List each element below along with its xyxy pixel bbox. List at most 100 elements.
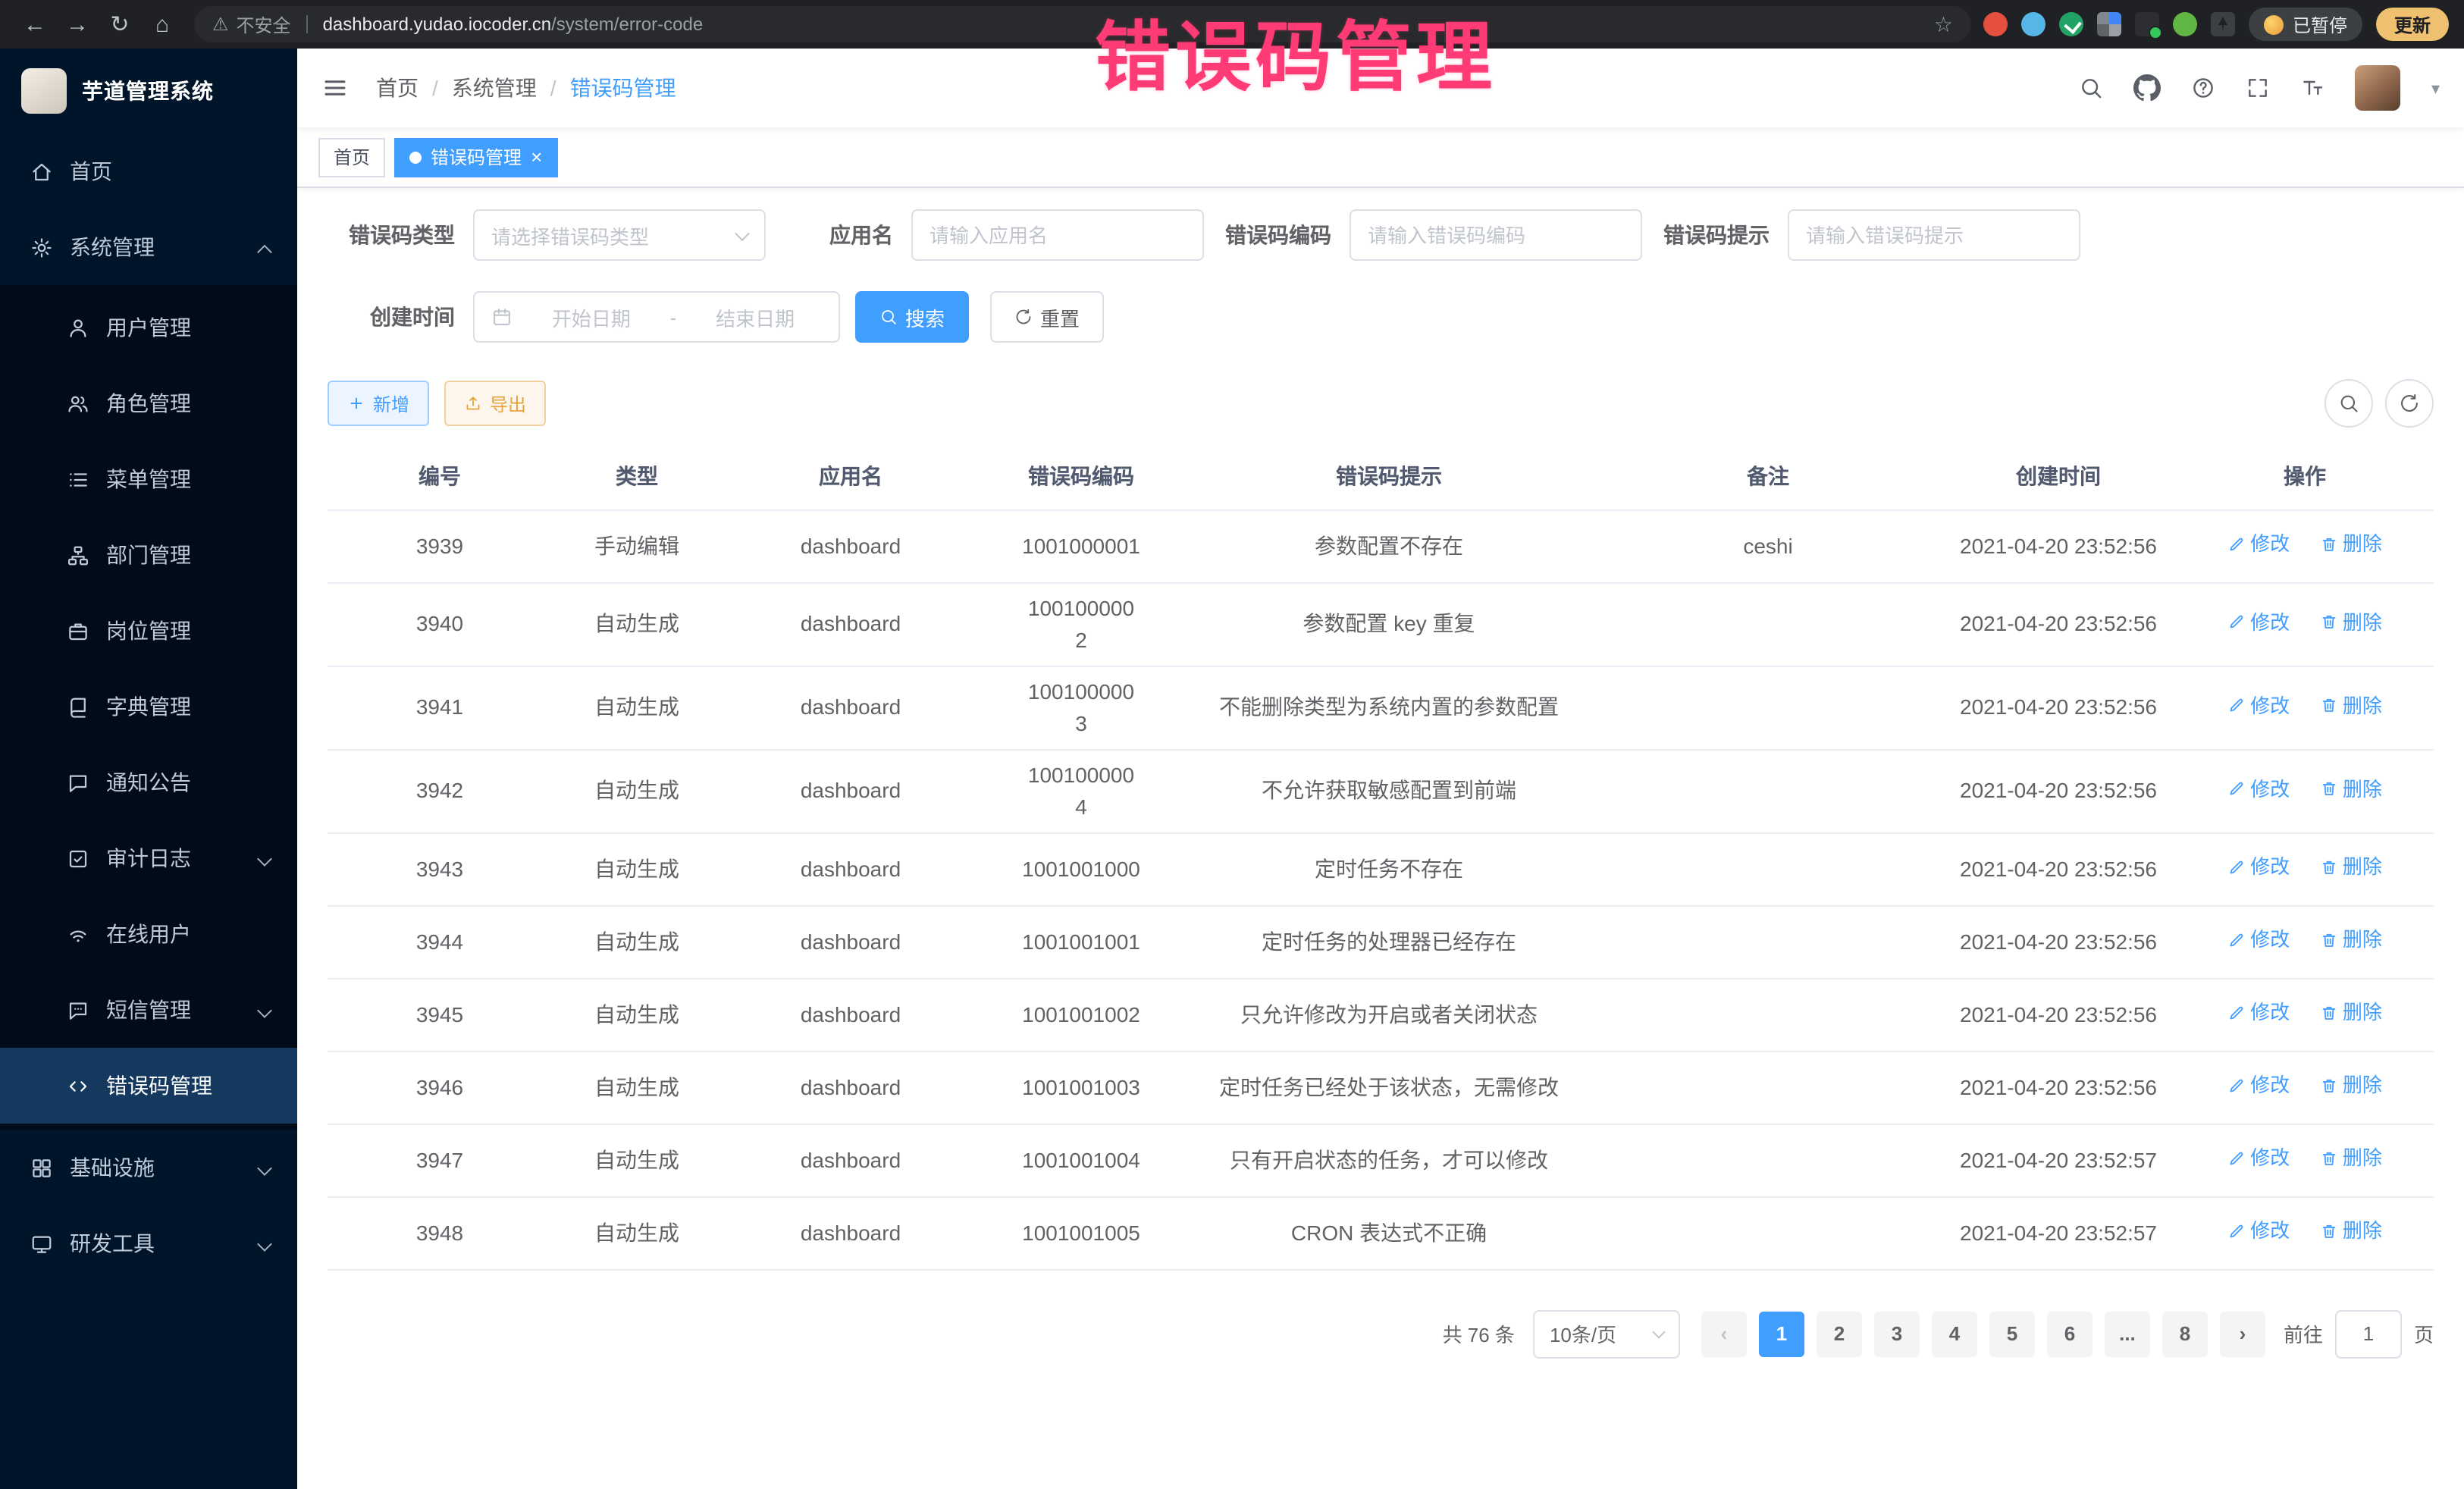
- breadcrumb-home[interactable]: 首页: [376, 73, 419, 103]
- goto-page-input[interactable]: [2335, 1309, 2402, 1358]
- github-button[interactable]: [2134, 74, 2161, 102]
- sidebar-item-system[interactable]: 系统管理: [0, 209, 297, 285]
- header-search-button[interactable]: [2080, 76, 2104, 100]
- address-bar[interactable]: ⚠ 不安全 dashboard.yudao.iocoder.cn/system/…: [194, 6, 1971, 42]
- bookmark-star-icon[interactable]: ☆: [1934, 11, 1953, 37]
- browser-forward-button[interactable]: →: [58, 5, 97, 44]
- toggle-search-button[interactable]: [2324, 379, 2373, 428]
- error-type-select[interactable]: 请选择错误码类型: [473, 209, 766, 261]
- sidebar-item-errorcode[interactable]: 错误码管理: [0, 1048, 297, 1124]
- sidebar-item-home[interactable]: 首页: [0, 133, 297, 209]
- app-name-input[interactable]: [911, 209, 1204, 261]
- edit-link[interactable]: 修改: [2227, 852, 2290, 882]
- tab-errorcode[interactable]: 错误码管理 ×: [394, 137, 557, 177]
- browser-home-button[interactable]: ⌂: [143, 5, 182, 44]
- page-button-5[interactable]: 5: [1989, 1311, 2035, 1356]
- extension-red-icon[interactable]: [1983, 12, 2008, 36]
- browser-reload-button[interactable]: ↻: [100, 5, 140, 44]
- more-pages-button[interactable]: ...: [2105, 1311, 2150, 1356]
- reset-button[interactable]: 重置: [990, 291, 1104, 343]
- sidebar-item-sms[interactable]: 短信管理: [0, 972, 297, 1048]
- sidebar-item-role[interactable]: 角色管理: [0, 365, 297, 441]
- search-button[interactable]: 搜索: [855, 291, 969, 343]
- tab-home[interactable]: 首页: [318, 137, 385, 177]
- sidebar-toggle-button[interactable]: [321, 74, 349, 102]
- delete-icon: [2320, 1077, 2338, 1095]
- close-icon[interactable]: ×: [531, 147, 542, 167]
- fullscreen-button[interactable]: [2246, 76, 2271, 100]
- next-page-button[interactable]: ›: [2220, 1311, 2265, 1356]
- delete-link[interactable]: 删除: [2320, 1071, 2382, 1100]
- edit-link[interactable]: 修改: [2227, 998, 2290, 1027]
- edit-link[interactable]: 修改: [2227, 1071, 2290, 1100]
- edit-link[interactable]: 修改: [2227, 925, 2290, 955]
- edit-link[interactable]: 修改: [2227, 529, 2290, 559]
- sidebar-item-online[interactable]: 在线用户: [0, 896, 297, 972]
- toolbar-right: [2324, 379, 2434, 428]
- page-button-8[interactable]: 8: [2162, 1311, 2208, 1356]
- page-button-3[interactable]: 3: [1874, 1311, 1920, 1356]
- delete-link[interactable]: 删除: [2320, 925, 2382, 955]
- browser-update-button[interactable]: 更新: [2376, 8, 2449, 41]
- extension-on-badge-icon[interactable]: [2135, 12, 2159, 36]
- sidebar-item-dict[interactable]: 字典管理: [0, 669, 297, 744]
- page-button-2[interactable]: 2: [1817, 1311, 1862, 1356]
- extension-leaf-icon[interactable]: [2173, 12, 2197, 36]
- delete-link[interactable]: 删除: [2320, 691, 2382, 720]
- edit-link[interactable]: 修改: [2227, 607, 2290, 637]
- page-button-4[interactable]: 4: [1932, 1311, 1977, 1356]
- delete-link[interactable]: 删除: [2320, 1216, 2382, 1246]
- page-size-select[interactable]: 10条/页: [1533, 1309, 1680, 1358]
- extension-grid-icon[interactable]: [2097, 12, 2121, 36]
- export-button[interactable]: 导出: [444, 381, 546, 426]
- app-logo[interactable]: 芋道管理系统: [0, 49, 297, 133]
- cell-type: 自动生成: [552, 1196, 722, 1269]
- edit-link[interactable]: 修改: [2227, 1216, 2290, 1246]
- add-button[interactable]: 新增: [328, 381, 429, 426]
- grid-icon: [30, 1156, 53, 1179]
- page-button-1[interactable]: 1: [1759, 1311, 1804, 1356]
- cell-app: dashboard: [722, 905, 980, 978]
- question-icon: [2192, 76, 2216, 100]
- date-range-separator: -: [670, 306, 677, 328]
- sidebar-item-dept[interactable]: 部门管理: [0, 517, 297, 593]
- prev-page-button[interactable]: ‹: [1701, 1311, 1747, 1356]
- date-range-picker[interactable]: 开始日期 - 结束日期: [473, 291, 840, 343]
- sidebar-item-menu[interactable]: 菜单管理: [0, 441, 297, 517]
- delete-link[interactable]: 删除: [2320, 852, 2382, 882]
- delete-link[interactable]: 删除: [2320, 998, 2382, 1027]
- export-icon: [464, 394, 482, 412]
- sidebar-item-post[interactable]: 岗位管理: [0, 593, 297, 669]
- extension-pin-icon[interactable]: [2211, 12, 2235, 36]
- browser-back-button[interactable]: ←: [15, 5, 55, 44]
- font-size-button[interactable]: [2301, 76, 2325, 100]
- cell-type: 手动编辑: [552, 509, 722, 582]
- delete-link[interactable]: 删除: [2320, 607, 2382, 637]
- error-code-input[interactable]: [1350, 209, 1642, 261]
- breadcrumb-system[interactable]: 系统管理: [452, 73, 537, 103]
- error-hint-input[interactable]: [1788, 209, 2080, 261]
- delete-link[interactable]: 删除: [2320, 529, 2382, 559]
- cell-remark: [1595, 832, 1941, 905]
- extension-blue-icon[interactable]: [2021, 12, 2045, 36]
- extension-paused-badge[interactable]: 已暂停: [2249, 8, 2362, 41]
- cell-remark: [1595, 1124, 1941, 1196]
- security-chip[interactable]: ⚠ 不安全: [212, 11, 291, 37]
- delete-link[interactable]: 删除: [2320, 1143, 2382, 1173]
- refresh-table-button[interactable]: [2385, 379, 2434, 428]
- user-avatar[interactable]: [2356, 65, 2401, 111]
- help-button[interactable]: [2192, 76, 2216, 100]
- page-button-6[interactable]: 6: [2047, 1311, 2093, 1356]
- sidebar-item-devtool[interactable]: 研发工具: [0, 1205, 297, 1281]
- caret-down-icon[interactable]: ▾: [2431, 78, 2440, 98]
- sidebar-item-audit[interactable]: 审计日志: [0, 820, 297, 896]
- delete-link[interactable]: 删除: [2320, 774, 2382, 804]
- edit-link[interactable]: 修改: [2227, 774, 2290, 804]
- cell-created: 2021-04-20 23:52:57: [1941, 1196, 2176, 1269]
- sidebar-item-notice[interactable]: 通知公告: [0, 744, 297, 820]
- sidebar-item-user[interactable]: 用户管理: [0, 290, 297, 365]
- edit-link[interactable]: 修改: [2227, 1143, 2290, 1173]
- edit-link[interactable]: 修改: [2227, 691, 2290, 720]
- extension-green-check-icon[interactable]: [2059, 12, 2083, 36]
- sidebar-item-infra[interactable]: 基础设施: [0, 1130, 297, 1205]
